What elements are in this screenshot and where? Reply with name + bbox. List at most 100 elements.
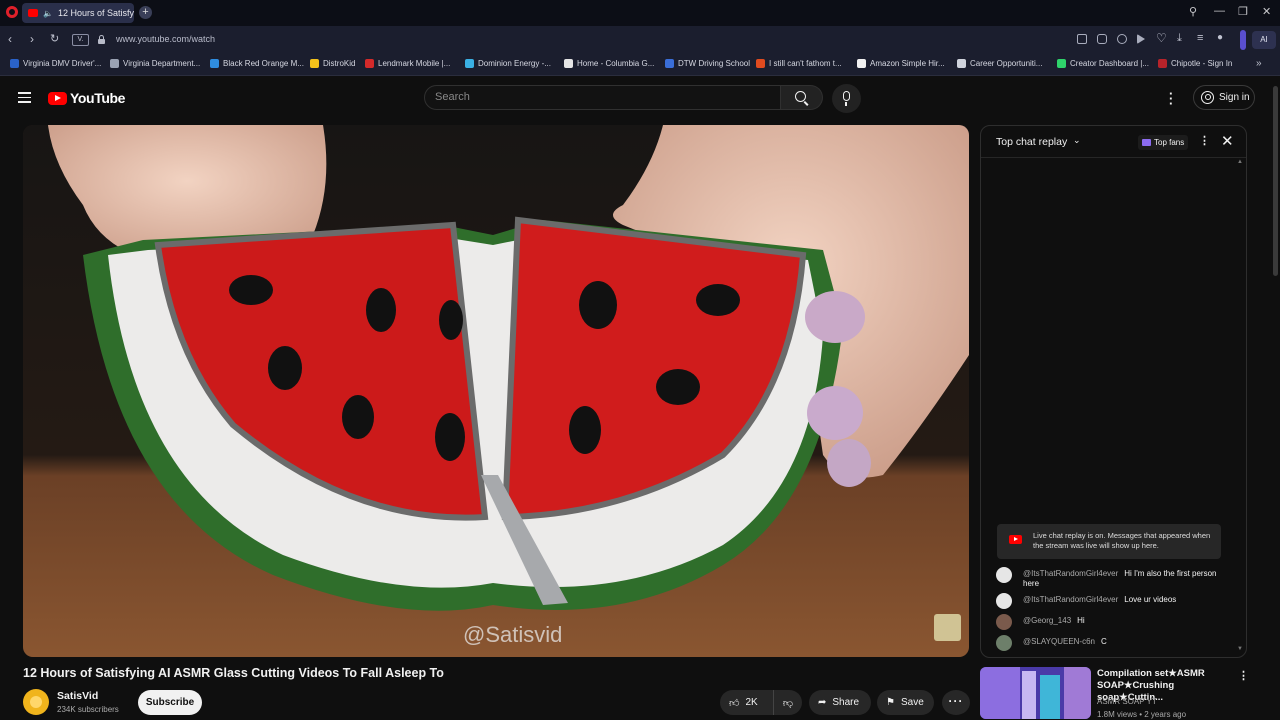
channel-avatar[interactable] bbox=[23, 689, 49, 715]
chat-header: Top chat replay ⌄ Top fans ⋮ ✕ bbox=[981, 126, 1246, 158]
scroll-up-icon[interactable]: ▲ bbox=[1237, 159, 1243, 165]
reload-icon[interactable]: ↻ bbox=[50, 32, 59, 45]
shield-icon[interactable] bbox=[1117, 34, 1127, 44]
subscribe-button[interactable]: Subscribe bbox=[138, 690, 202, 715]
profile-icon[interactable]: ● bbox=[1217, 32, 1223, 43]
bookmark-item[interactable]: I still can't fathom t... bbox=[756, 59, 842, 68]
like-button[interactable]: 👍︎ 2K bbox=[720, 690, 774, 715]
heart-icon[interactable]: ♡ bbox=[1156, 31, 1167, 45]
browser-tab[interactable]: 🔈 12 Hours of Satisfying bbox=[22, 3, 134, 23]
chat-author[interactable]: @ItsThatRandomGirl4ever bbox=[1023, 569, 1118, 578]
bookmark-favicon-icon bbox=[665, 59, 674, 68]
like-dislike-group: 👍︎ 2K 👎︎ bbox=[720, 690, 802, 715]
chat-author[interactable]: @ItsThatRandomGirl4ever bbox=[1023, 595, 1118, 604]
thumbnail-image bbox=[980, 667, 1091, 719]
bookmark-item[interactable]: Career Opportuniti... bbox=[957, 59, 1042, 68]
share-button[interactable]: ➦ Share bbox=[809, 690, 871, 715]
bookmark-item[interactable]: Virginia DMV Driver'... bbox=[10, 59, 101, 68]
bookmark-favicon-icon bbox=[10, 59, 19, 68]
channel-name[interactable]: SatisVid bbox=[57, 690, 98, 702]
edit-icon[interactable] bbox=[1077, 34, 1087, 44]
video-player[interactable]: @Satisvid bbox=[23, 125, 969, 657]
scrollbar-thumb[interactable] bbox=[1273, 86, 1278, 276]
bookmark-item[interactable]: DistroKid bbox=[310, 59, 355, 68]
search-button[interactable] bbox=[781, 85, 823, 110]
hamburger-menu-icon[interactable] bbox=[18, 92, 31, 103]
restore-icon[interactable]: ❐ bbox=[1238, 5, 1248, 18]
chevron-down-icon[interactable]: ⌄ bbox=[1073, 135, 1081, 146]
chat-text: Hi bbox=[1077, 616, 1085, 625]
chat-author[interactable]: @SLAYQUEEN-c6n bbox=[1023, 637, 1095, 646]
camera-icon[interactable] bbox=[1097, 34, 1107, 44]
search-input[interactable]: Search bbox=[424, 85, 781, 110]
back-icon[interactable]: ‹ bbox=[8, 32, 12, 46]
recommended-video-thumbnail[interactable] bbox=[980, 667, 1091, 719]
youtube-logo[interactable]: YouTube bbox=[48, 90, 125, 106]
bookmark-item[interactable]: Virginia Department... bbox=[110, 59, 200, 68]
recommended-video-channel[interactable]: ASMR SOAP YT bbox=[1097, 697, 1157, 706]
save-label: Save bbox=[900, 697, 924, 708]
bookmark-item[interactable]: Chipotle - Sign In bbox=[1158, 59, 1232, 68]
bookmark-favicon-icon bbox=[210, 59, 219, 68]
opera-logo-icon[interactable] bbox=[6, 6, 18, 18]
chat-message[interactable]: @SLAYQUEEN-c6n C bbox=[996, 635, 1231, 651]
tab-search-icon[interactable]: ⚲ bbox=[1189, 5, 1197, 18]
chat-message[interactable]: @Georg_143 Hi bbox=[996, 614, 1231, 630]
bookmark-item[interactable]: Home - Columbia G... bbox=[564, 59, 654, 68]
more-actions-icon[interactable]: ··· bbox=[942, 690, 970, 715]
close-chat-icon[interactable]: ✕ bbox=[1221, 132, 1234, 150]
live-replay-notice-text: Live chat replay is on. Messages that ap… bbox=[1033, 531, 1211, 550]
chat-message[interactable]: @ItsThatRandomGirl4ever Love ur videos bbox=[996, 593, 1231, 609]
youtube-header: YouTube Search · · · Sign in bbox=[0, 76, 1280, 122]
more-options-icon[interactable]: · · · bbox=[1169, 87, 1173, 110]
bookmark-item[interactable]: Lendmark Mobile |... bbox=[365, 59, 450, 68]
bookmark-favicon-icon bbox=[310, 59, 319, 68]
page-scrollbar[interactable] bbox=[1271, 76, 1280, 720]
recommended-video-meta: 1.8M views • 2 years ago bbox=[1097, 710, 1187, 719]
thumbs-up-icon: 👍︎ bbox=[729, 697, 740, 709]
menu-lines-icon[interactable]: ≡ bbox=[1197, 32, 1203, 44]
user-avatar[interactable] bbox=[996, 593, 1012, 609]
channel-watermark-logo[interactable] bbox=[934, 614, 961, 641]
speaker-icon[interactable]: 🔈 bbox=[43, 9, 53, 18]
new-tab-plus-icon[interactable]: + bbox=[139, 6, 152, 19]
lock-icon[interactable] bbox=[98, 35, 105, 44]
chat-author[interactable]: @Georg_143 bbox=[1023, 616, 1071, 625]
chat-text: C bbox=[1101, 637, 1107, 646]
download-icon[interactable]: ⤓ bbox=[1177, 32, 1182, 45]
minimize-icon[interactable]: — bbox=[1214, 5, 1225, 17]
vpn-badge[interactable]: V. bbox=[72, 34, 89, 46]
save-button[interactable]: ⚑ Save bbox=[877, 690, 934, 715]
sign-in-button[interactable]: Sign in bbox=[1193, 85, 1255, 110]
bookmark-item[interactable]: Dominion Energy -... bbox=[465, 59, 551, 68]
url-field[interactable]: www.youtube.com/watch bbox=[116, 34, 215, 44]
bookmarks-overflow-icon[interactable]: » bbox=[1256, 58, 1262, 69]
bookmark-item[interactable]: Black Red Orange M... bbox=[210, 59, 304, 68]
bookmark-item[interactable]: Amazon Simple Hir... bbox=[857, 59, 945, 68]
share-arrow-icon: ➦ bbox=[818, 697, 827, 708]
voice-search-button[interactable] bbox=[832, 84, 861, 113]
bookmark-item[interactable]: DTW Driving School bbox=[665, 59, 750, 68]
bookmark-favicon-icon bbox=[1158, 59, 1167, 68]
user-avatar[interactable] bbox=[996, 567, 1012, 583]
video-title: 12 Hours of Satisfying AI ASMR Glass Cut… bbox=[23, 666, 444, 680]
chat-message[interactable]: @ItsThatRandomGirl4ever Hi I'm also the f… bbox=[996, 567, 1231, 589]
logo-text: YouTube bbox=[70, 90, 126, 106]
user-avatar[interactable] bbox=[996, 635, 1012, 651]
chat-mode-selector[interactable]: Top chat replay bbox=[996, 136, 1067, 148]
play-icon[interactable] bbox=[1137, 34, 1145, 44]
close-window-icon[interactable]: ✕ bbox=[1262, 5, 1271, 18]
dislike-button[interactable]: 👎︎ bbox=[774, 697, 802, 709]
forward-icon[interactable]: › bbox=[30, 32, 34, 46]
search-icon bbox=[795, 91, 806, 102]
address-bar: ‹ › ↻ V. www.youtube.com/watch ♡ ⤓ ≡ ● A… bbox=[0, 26, 1280, 54]
chat-more-icon[interactable]: ⋮ bbox=[1199, 134, 1210, 147]
youtube-favicon-icon bbox=[28, 9, 38, 17]
recommended-video-more-icon[interactable]: ⋮ bbox=[1238, 669, 1249, 682]
top-fans-button[interactable]: Top fans bbox=[1138, 135, 1189, 150]
ai-button[interactable]: AI bbox=[1252, 31, 1276, 49]
youtube-play-icon bbox=[48, 91, 67, 105]
user-avatar[interactable] bbox=[996, 614, 1012, 630]
scroll-down-icon[interactable]: ▼ bbox=[1237, 646, 1243, 652]
bookmark-item[interactable]: Creator Dashboard |... bbox=[1057, 59, 1149, 68]
